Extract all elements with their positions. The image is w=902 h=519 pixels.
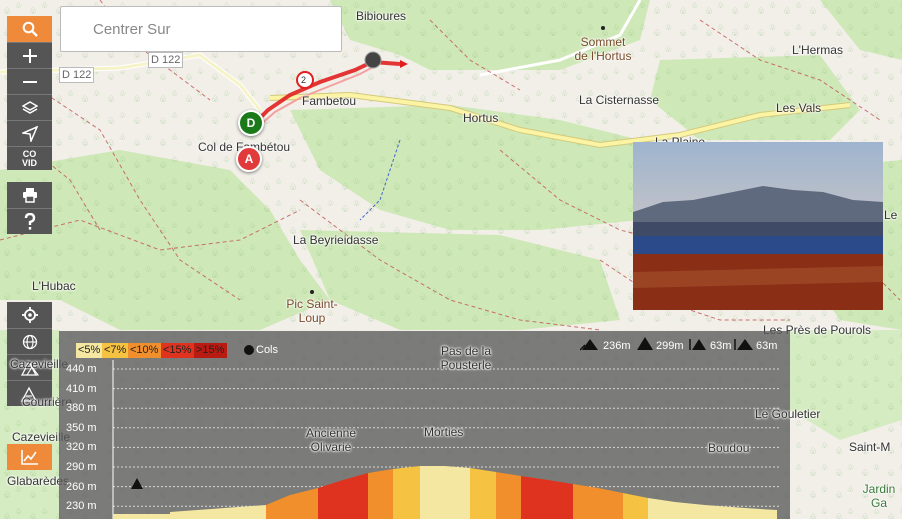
profile-segment — [598, 488, 623, 519]
place-label-line1: Pas de la — [440, 344, 492, 358]
profile-segment — [675, 502, 705, 519]
profile-segment — [745, 508, 777, 519]
climb-icon — [689, 339, 706, 350]
max-altitude-icon — [637, 337, 653, 350]
y-tick-label: 230 m — [66, 500, 97, 513]
place-label-line2: Pousterle — [440, 358, 492, 372]
profile-segment — [623, 493, 648, 519]
elevation-profile — [113, 466, 777, 519]
cols-dot-icon — [244, 345, 254, 355]
place-label-ancienne-olivarie: Ancienne Olivarié — [300, 426, 362, 454]
peak-value-1: 236m — [603, 340, 631, 352]
place-label-jardin: Jardin Ga — [856, 482, 902, 510]
profile-segment — [548, 480, 573, 519]
profile-segment — [368, 469, 393, 519]
profile-segment — [343, 473, 368, 519]
slope-legend-item: <15% — [161, 343, 194, 358]
peak-value-4: 63m — [756, 340, 778, 352]
slope-legend-item: <5% — [76, 343, 102, 358]
y-tick-label: 440 m — [66, 363, 97, 375]
profile-segment — [445, 466, 470, 519]
y-tick-label: 380 m — [66, 402, 97, 415]
place-label-saint-m: Saint-M — [849, 440, 891, 454]
peak-value-2: 299m — [656, 340, 684, 352]
profile-segment — [318, 480, 343, 519]
slope-legend-item: >15% — [194, 343, 227, 358]
place-label-line1: Jardin — [862, 482, 896, 496]
place-label-morties: Morties — [424, 425, 464, 439]
place-label-le-gouletier: Le Gouletier — [755, 407, 821, 421]
col-marker-icon — [131, 478, 143, 489]
slope-legend-item: <10% — [128, 343, 161, 358]
place-label-line2: Olivarié — [310, 440, 352, 454]
profile-segment — [290, 488, 318, 519]
profile-segment — [573, 484, 598, 519]
profile-segment — [420, 466, 445, 519]
elevation-chart — [112, 360, 780, 519]
place-label-line1: Ancienne — [305, 426, 357, 440]
profile-segment — [521, 476, 548, 519]
profile-segment — [648, 498, 675, 519]
ascent-icon — [580, 339, 598, 351]
slope-legend-item: <7% — [102, 343, 128, 358]
y-tick-label: 320 m — [66, 441, 97, 454]
peak-value-3: 63m — [710, 340, 732, 352]
profile-segment — [393, 466, 420, 519]
cols-legend-label: Cols — [256, 344, 279, 356]
profile-segment — [170, 505, 266, 519]
y-tick-label: 410 m — [66, 382, 97, 395]
profile-segment — [266, 495, 290, 519]
profile-segment — [470, 468, 496, 519]
place-label-boudou: Boudou — [708, 441, 750, 455]
place-label-line2: Ga — [870, 496, 887, 510]
y-tick-label: 260 m — [66, 480, 97, 493]
descent-icon — [734, 339, 753, 350]
profile-segment — [496, 472, 521, 519]
profile-segment — [705, 505, 745, 519]
profile-segment — [113, 514, 170, 519]
y-tick-label: 290 m — [66, 461, 97, 473]
y-tick-label: 350 m — [66, 421, 97, 434]
place-label-pas-de-la-pousterle: Pas de la Pousterle — [436, 344, 496, 372]
